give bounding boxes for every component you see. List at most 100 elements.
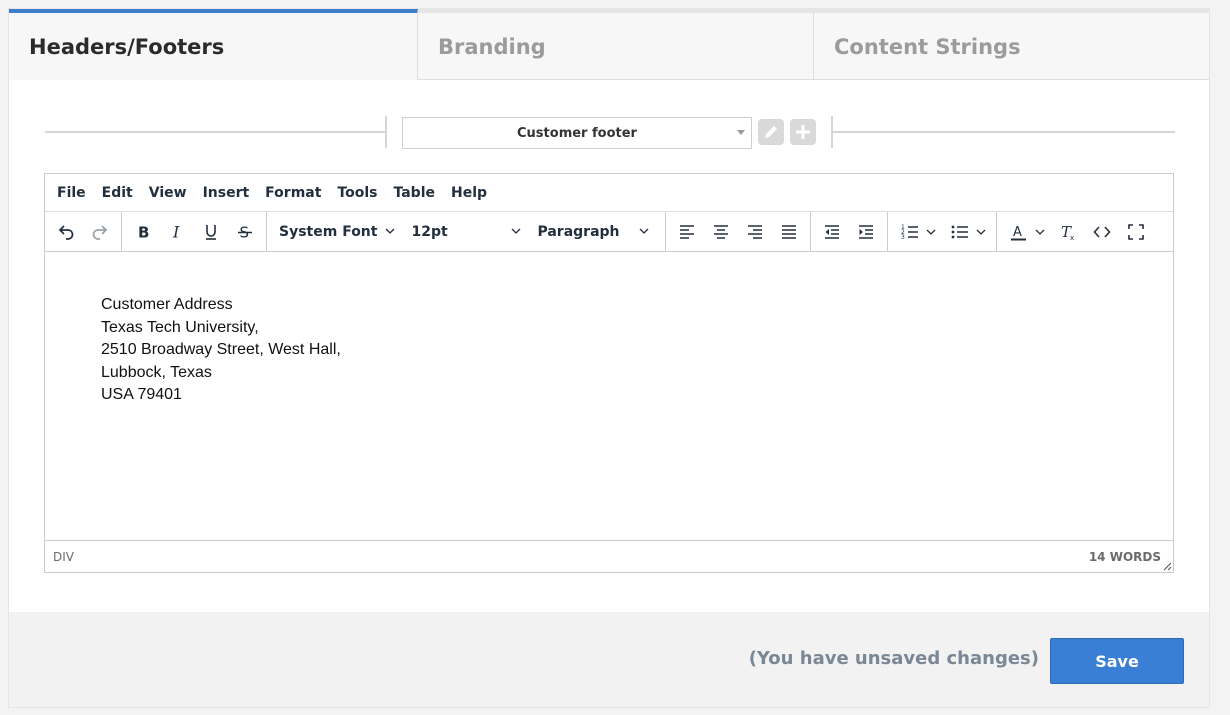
chevron-down-icon [639, 224, 649, 240]
settings-panel: Headers/Footers Branding Content Strings… [8, 8, 1210, 708]
svg-text:3: 3 [901, 234, 905, 241]
template-selector-row: Customer footer [45, 114, 1175, 150]
menu-edit[interactable]: Edit [94, 185, 141, 201]
chevron-down-icon [926, 222, 936, 241]
menu-view[interactable]: View [141, 185, 195, 201]
editor-menubar: File Edit View Insert Format Tools Table… [45, 174, 1173, 212]
underline-icon [206, 224, 216, 240]
text-color-icon: A [1011, 225, 1026, 240]
bold-icon: B [138, 223, 149, 241]
indent-group [811, 211, 888, 252]
align-left-icon [680, 224, 694, 239]
template-select-value: Customer footer [517, 125, 637, 141]
content-line: Lubbock, Texas [101, 363, 212, 381]
fullscreen-button[interactable] [1119, 217, 1153, 247]
editor-content[interactable]: Customer Address Texas Tech University, … [45, 252, 1173, 540]
resize-handle-icon[interactable] [1162, 561, 1172, 571]
chevron-down-icon [976, 222, 986, 241]
unsaved-changes-notice: (You have unsaved changes) [748, 648, 1039, 669]
svg-text:I: I [172, 222, 180, 241]
menu-file[interactable]: File [49, 185, 94, 201]
svg-text:A: A [1013, 225, 1022, 240]
word-count: 14 WORDS [1088, 549, 1161, 564]
numbered-list-icon: 123 [901, 224, 918, 241]
outdent-icon [825, 224, 839, 239]
menu-format[interactable]: Format [257, 185, 329, 201]
redo-icon [92, 224, 108, 240]
edit-template-button[interactable] [758, 119, 784, 145]
tab-branding[interactable]: Branding [418, 9, 814, 80]
align-center-button[interactable] [704, 217, 738, 247]
code-icon [1093, 225, 1111, 238]
redo-button[interactable] [83, 217, 117, 247]
font-size-value: 12pt [411, 223, 448, 240]
align-center-icon [714, 224, 728, 239]
save-button[interactable]: Save [1050, 638, 1184, 684]
tab-headers-footers[interactable]: Headers/Footers [9, 9, 418, 80]
undo-button[interactable] [49, 217, 83, 247]
pencil-icon [765, 126, 777, 138]
italic-icon: I [172, 222, 180, 241]
indent-button[interactable] [849, 217, 883, 247]
align-right-icon [748, 224, 762, 239]
tab-label: Headers/Footers [29, 34, 225, 59]
align-right-button[interactable] [738, 217, 772, 247]
svg-text:x: x [1070, 234, 1074, 242]
clear-formatting-button[interactable]: Tx [1051, 217, 1085, 247]
tab-bar: Headers/Footers Branding Content Strings [9, 9, 1209, 80]
add-template-button[interactable] [790, 119, 816, 145]
content-line: 2510 Broadway Street, West Hall, [101, 341, 341, 358]
undo-icon [58, 224, 74, 240]
align-justify-button[interactable] [772, 217, 806, 247]
divider-tick [385, 116, 387, 148]
font-group: System Font 12pt Paragraph [267, 211, 666, 252]
alignment-group [666, 211, 811, 252]
strikethrough-icon: S [238, 223, 252, 241]
formatting-group: B I S [122, 211, 267, 252]
tab-content-strings[interactable]: Content Strings [814, 9, 1209, 80]
font-family-value: System Font [279, 223, 378, 240]
menu-help[interactable]: Help [443, 185, 495, 201]
tab-label: Content Strings [834, 34, 1021, 59]
divider-right [832, 131, 1175, 133]
fullscreen-icon [1128, 223, 1144, 240]
editor-statusbar: DIV 14 WORDS [45, 540, 1173, 572]
align-justify-icon [782, 224, 796, 239]
chevron-down-icon [385, 224, 395, 240]
rich-text-editor: File Edit View Insert Format Tools Table… [44, 173, 1174, 573]
font-family-select[interactable]: System Font [271, 217, 403, 247]
bold-button[interactable]: B [126, 217, 160, 247]
block-format-value: Paragraph [537, 223, 620, 240]
underline-button[interactable] [194, 217, 228, 247]
chevron-down-icon [1035, 222, 1045, 241]
menu-tools[interactable]: Tools [329, 185, 385, 201]
misc-group: A Tx [997, 212, 1157, 252]
tab-label: Branding [438, 34, 546, 59]
indent-icon [859, 224, 873, 239]
italic-button[interactable]: I [160, 217, 194, 247]
block-format-select[interactable]: Paragraph [529, 217, 657, 247]
list-group: 123 [888, 211, 997, 252]
element-path[interactable]: DIV [53, 550, 74, 564]
source-code-button[interactable] [1085, 217, 1119, 247]
plus-icon [796, 125, 810, 139]
outdent-button[interactable] [815, 217, 849, 247]
content-line: Texas Tech University, [101, 318, 259, 336]
clear-formatting-icon: Tx [1061, 223, 1074, 242]
numbered-list-button[interactable]: 123 [892, 217, 942, 247]
content-line: USA 79401 [101, 386, 182, 403]
font-size-select[interactable]: 12pt [403, 217, 529, 247]
content-line: Customer Address [101, 296, 233, 313]
bullet-list-icon [951, 225, 968, 238]
svg-text:B: B [138, 223, 149, 241]
menu-insert[interactable]: Insert [195, 185, 258, 201]
editor-toolbar: B I S System Font 12pt Paragraph 1 2 3 A… [45, 211, 1173, 252]
align-left-button[interactable] [670, 217, 704, 247]
chevron-down-icon [511, 224, 521, 240]
bullet-list-button[interactable] [942, 217, 992, 247]
action-bar: (You have unsaved changes) Save [9, 612, 1209, 707]
menu-table[interactable]: Table [385, 185, 443, 201]
template-select[interactable]: Customer footer [402, 117, 752, 149]
strikethrough-button[interactable]: S [228, 217, 262, 247]
text-color-button[interactable]: A [1001, 217, 1051, 247]
